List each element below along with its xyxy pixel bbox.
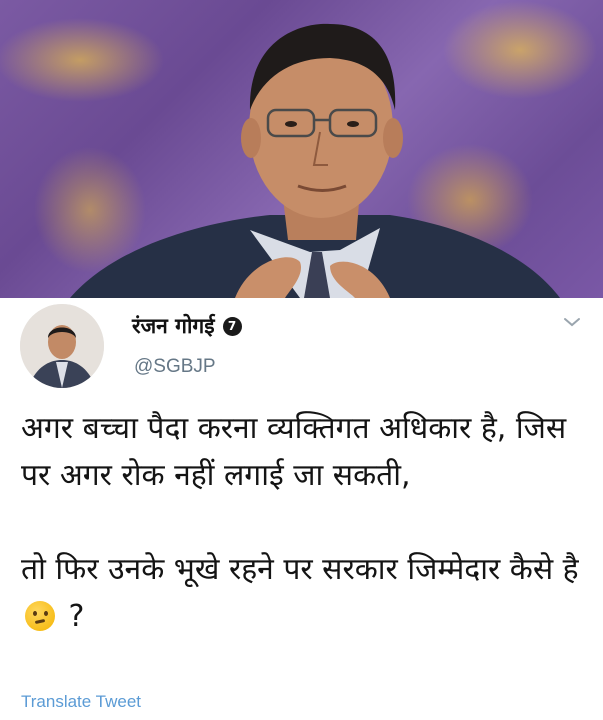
avatar-image	[20, 304, 104, 388]
header-photo	[0, 0, 603, 298]
person-photo-illustration	[70, 23, 560, 298]
thinking-face-emoji-icon	[25, 601, 55, 631]
author-handle[interactable]: @SGBJP	[134, 356, 216, 378]
verified-badge-icon: 7	[222, 316, 242, 336]
translate-tweet-link[interactable]: Translate Tweet	[21, 692, 141, 712]
author-avatar[interactable]	[20, 304, 104, 388]
chevron-down-icon[interactable]	[563, 316, 581, 328]
author-name[interactable]: रंजन गोगई	[132, 312, 215, 340]
tweet-text-suffix: ?	[68, 599, 85, 634]
tweet-text: अगर बच्चा पैदा करना व्यक्तिगत अधिकार है,…	[21, 405, 581, 640]
tweet-text-line-2: तो फिर उनके भूखे रहने पर सरकार जिम्मेदार…	[21, 552, 579, 587]
author-name-row: रंजन गोगई 7	[132, 312, 242, 340]
tweet-text-line-1: अगर बच्चा पैदा करना व्यक्तिगत अधिकार है,…	[21, 411, 567, 493]
